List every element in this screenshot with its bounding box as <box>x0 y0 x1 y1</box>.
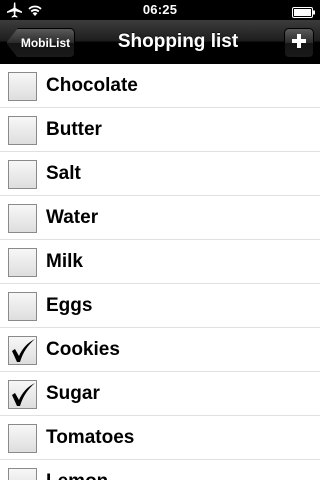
list-item[interactable]: Sugar <box>0 372 320 416</box>
checkbox[interactable] <box>8 116 37 145</box>
page-title: Shopping list <box>117 31 239 52</box>
navigation-bar: MobiList Shopping list <box>0 20 320 64</box>
checkbox[interactable] <box>8 248 37 277</box>
list-item[interactable]: Lemon <box>0 460 320 480</box>
checkbox[interactable] <box>8 380 37 409</box>
list-item-label: Cookies <box>46 339 120 360</box>
checkbox[interactable] <box>8 292 37 321</box>
list-item-label: Sugar <box>46 383 100 404</box>
list-item-label: Butter <box>46 119 102 140</box>
list-item[interactable]: Milk <box>0 240 320 284</box>
back-button-label: MobiList <box>20 36 71 50</box>
checkbox[interactable] <box>8 204 37 233</box>
checkbox[interactable] <box>8 72 37 101</box>
list-item-label: Eggs <box>46 295 93 316</box>
back-button[interactable]: MobiList <box>6 28 75 58</box>
status-time: 06:25 <box>142 2 178 17</box>
list-item[interactable]: Chocolate <box>0 64 320 108</box>
list-item[interactable]: Butter <box>0 108 320 152</box>
list-item-label: Milk <box>46 251 83 272</box>
list-item[interactable]: Eggs <box>0 284 320 328</box>
checkbox[interactable] <box>8 160 37 189</box>
status-bar: 06:25 <box>0 0 320 20</box>
shopping-list: Chocolate Butter Salt Water Milk Eggs Cookies S… <box>0 64 320 480</box>
list-item[interactable]: Tomatoes <box>0 416 320 460</box>
plus-icon <box>291 33 307 54</box>
list-item[interactable]: Cookies <box>0 328 320 372</box>
list-item[interactable]: Salt <box>0 152 320 196</box>
checkmark-icon <box>12 339 35 362</box>
add-item-button[interactable] <box>284 28 314 58</box>
list-item-label: Chocolate <box>46 75 138 96</box>
checkmark-icon <box>12 383 35 406</box>
list-item-label: Water <box>46 207 99 228</box>
checkbox[interactable] <box>8 336 37 365</box>
battery-icon <box>292 5 316 18</box>
checkbox[interactable] <box>8 468 37 480</box>
list-item-label: Tomatoes <box>46 427 135 448</box>
list-item-label: Lemon <box>46 460 108 480</box>
list-item[interactable]: Water <box>0 196 320 240</box>
checkbox[interactable] <box>8 424 37 453</box>
list-item-label: Salt <box>46 163 81 184</box>
